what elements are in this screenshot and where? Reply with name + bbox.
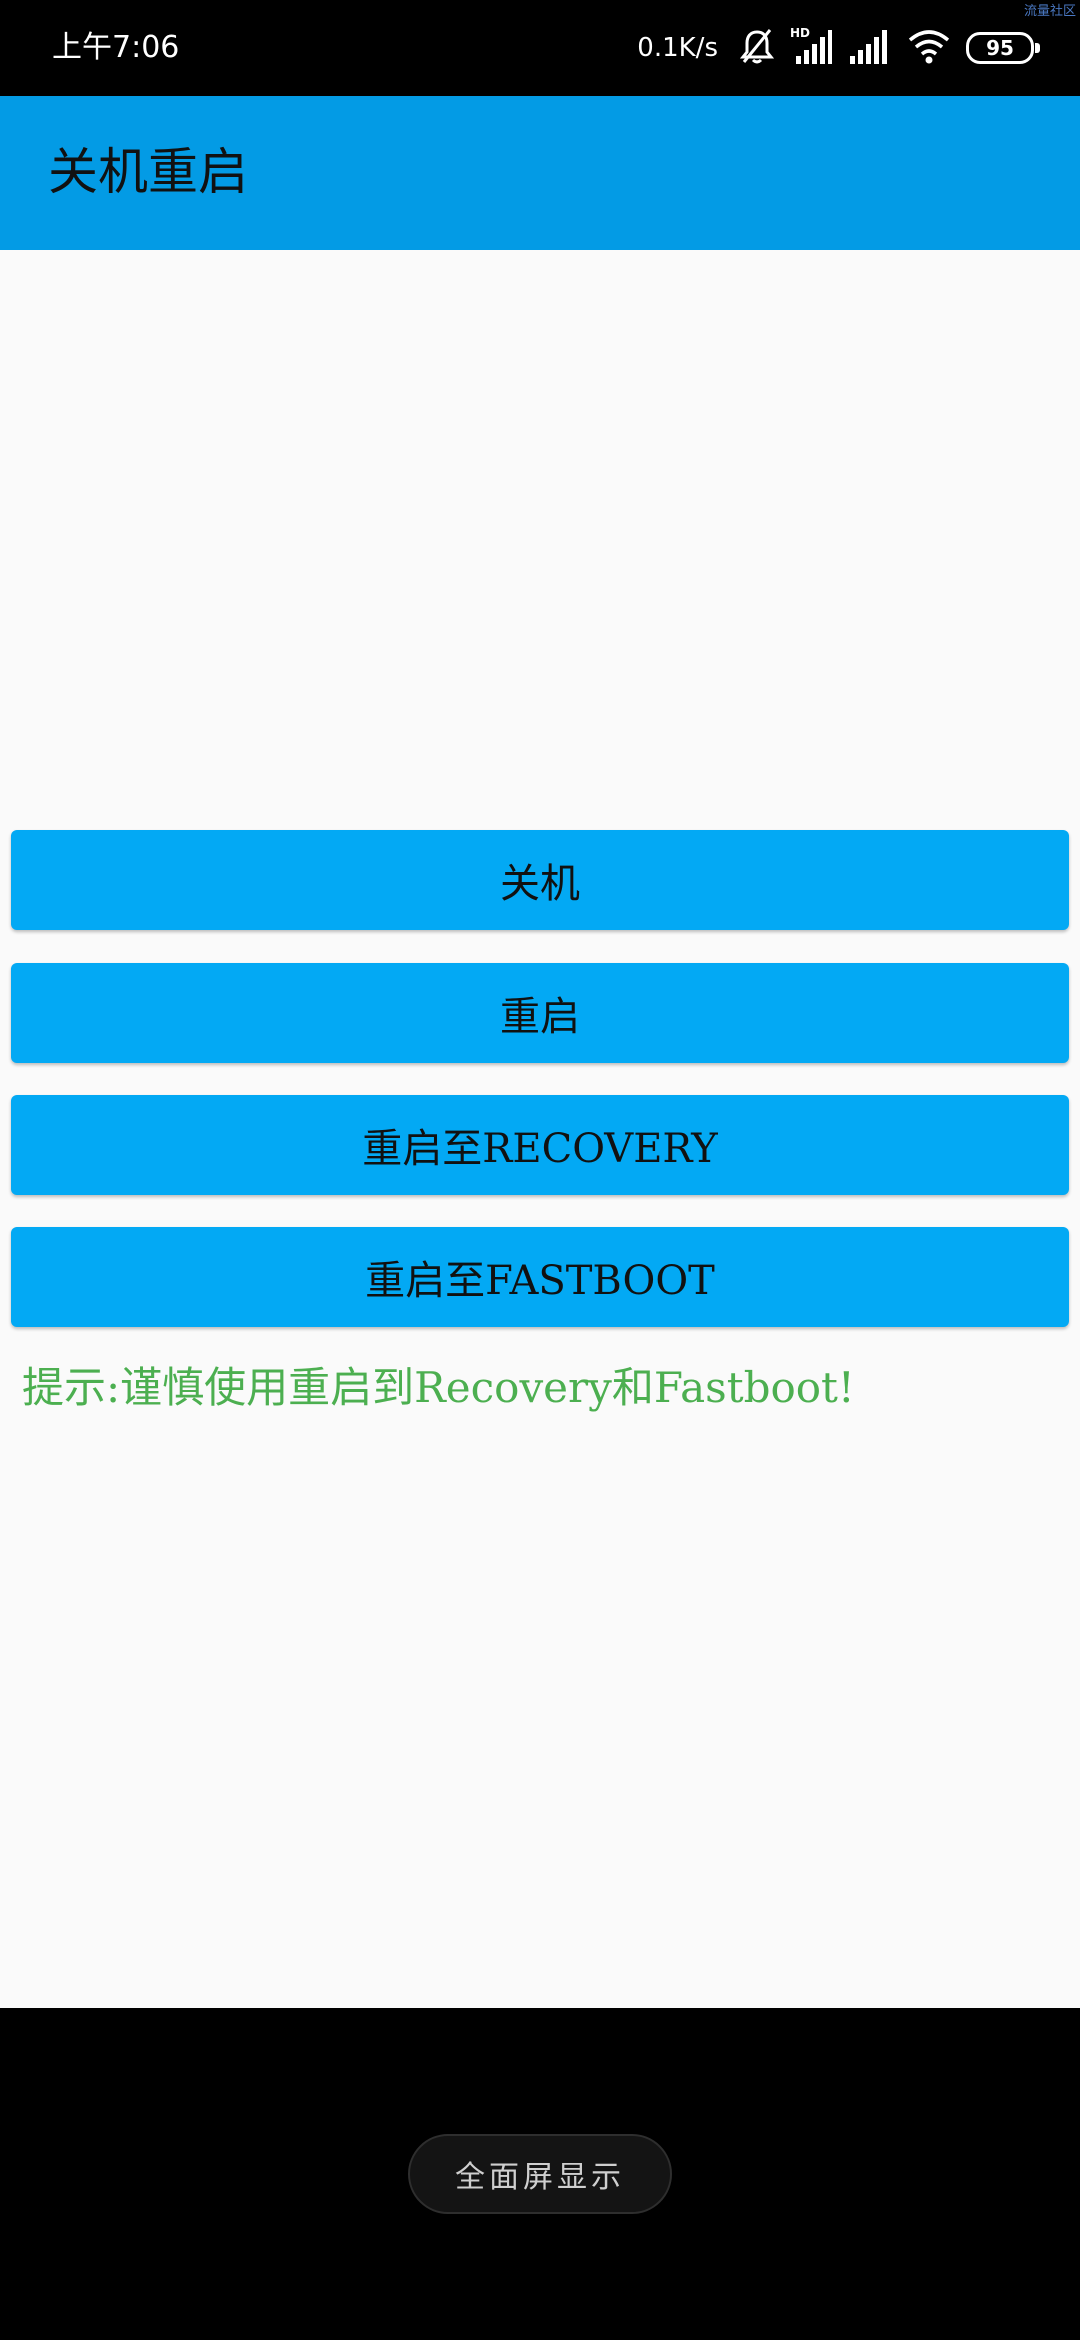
svg-text:HD: HD: [790, 26, 810, 40]
status-time: 上午7:06: [52, 30, 180, 65]
battery-icon: 95: [966, 32, 1040, 64]
mute-bell-icon: [739, 26, 775, 70]
status-bar: 上午7:06 0.1K/s HD 95 流量社区: [0, 0, 1080, 96]
app-bar: 关机重启: [0, 96, 1080, 250]
net-speed: 0.1K/s: [637, 33, 718, 63]
fullscreen-display-button[interactable]: 全面屏显示: [408, 2134, 672, 2214]
shutdown-button[interactable]: 关机: [11, 830, 1069, 930]
phone-screen: 上午7:06 0.1K/s HD 95 流量社区 关机重启 关机 重启 重启至R…: [0, 0, 1080, 2340]
hd-signal-icon: HD: [790, 26, 832, 70]
page-title: 关机重启: [48, 143, 248, 201]
wifi-icon: [908, 26, 950, 70]
warning-hint: 提示:谨慎使用重启到Recovery和Fastboot!: [22, 1363, 855, 1412]
signal-icon: [848, 26, 892, 70]
reboot-fastboot-button[interactable]: 重启至FASTBOOT: [11, 1227, 1069, 1327]
reboot-recovery-button[interactable]: 重启至RECOVERY: [11, 1095, 1069, 1195]
main-content: 关机 重启 重启至RECOVERY 重启至FASTBOOT 提示:谨慎使用重启到…: [0, 250, 1080, 2008]
navigation-area: 全面屏显示: [0, 2008, 1080, 2340]
watermark: 流量社区: [1023, 4, 1076, 19]
reboot-button[interactable]: 重启: [11, 963, 1069, 1063]
status-icons: 0.1K/s HD 95: [637, 24, 1040, 72]
